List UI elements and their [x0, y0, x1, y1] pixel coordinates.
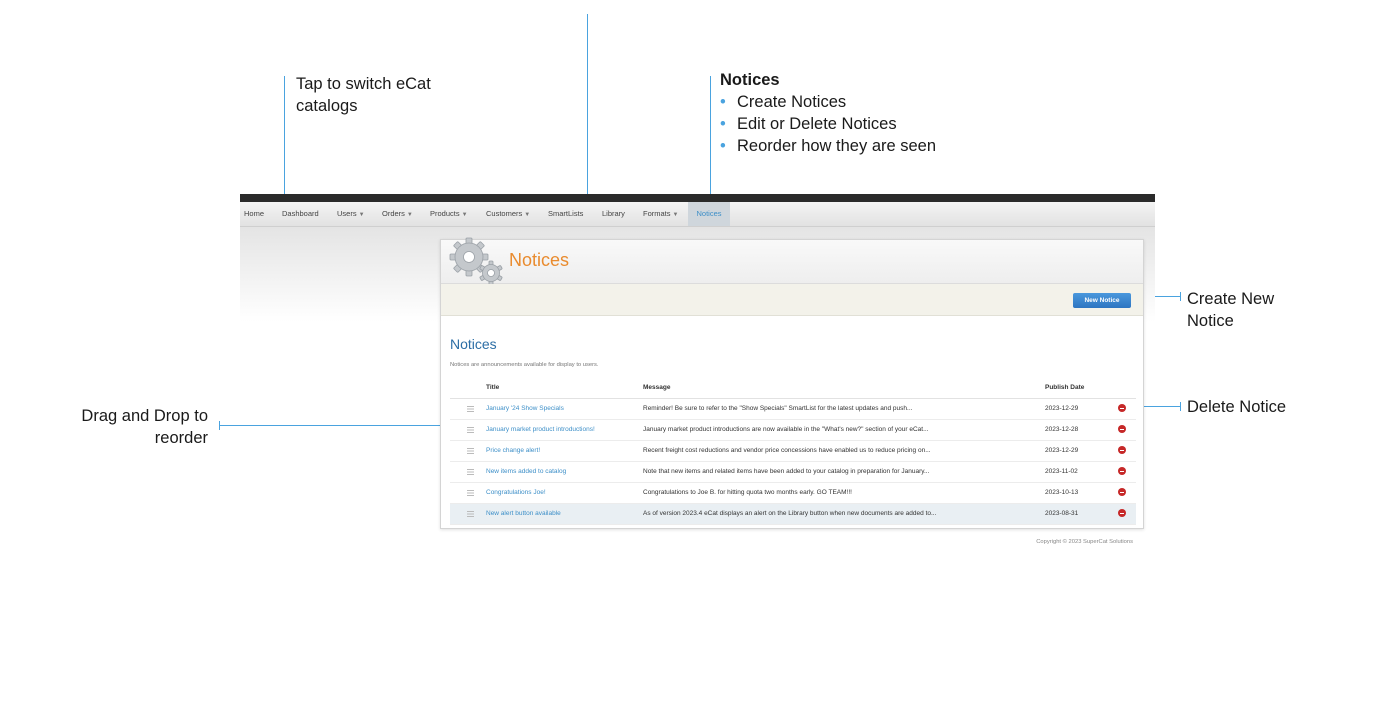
table-row: Congratulations Joe! Congratulations to J… [450, 483, 1136, 504]
nav-item-formats[interactable]: Formats ▼ [643, 202, 678, 226]
notice-publish-date: 2023-12-29 [1045, 447, 1079, 454]
delete-callout-text: Delete Notice [1187, 398, 1287, 416]
notice-message: Congratulations to Joe B. for hitting qu… [643, 489, 852, 496]
nav-item-products[interactable]: Products ▼ [430, 202, 468, 226]
notice-message: Recent freight cost reductions and vendo… [643, 447, 931, 454]
chevron-down-icon: ▼ [461, 212, 468, 218]
table-body: January '24 Show Specials Reminder! Be su… [450, 399, 1136, 525]
notice-message: Note that new items and related items ha… [643, 468, 930, 475]
notice-title-link[interactable]: Price change alert! [486, 441, 540, 461]
nav-item-library[interactable]: Library [602, 202, 625, 226]
table-row: New alert button available As of version … [450, 504, 1136, 525]
notice-publish-date: 2023-10-13 [1045, 489, 1079, 496]
nav-item-home[interactable]: Home [244, 202, 264, 226]
create-new-callout: Create New Notice [1187, 288, 1292, 332]
nav-item-label: Home [244, 209, 265, 218]
section-description: Notices are announcements available for … [450, 362, 599, 368]
notice-title-link[interactable]: Congratulations Joe! [486, 483, 546, 503]
notice-title-link[interactable]: New items added to catalog [486, 462, 566, 482]
smartlists-callout-line [587, 14, 588, 194]
table-row: New items added to catalog Note that new … [450, 462, 1136, 483]
new-notice-button[interactable]: New Notice [1073, 293, 1131, 308]
table-row: January market product introductions! Jan… [450, 420, 1136, 441]
main-nav: Home Dashboard Users ▼ Orders ▼ Products ▼ … [240, 202, 1155, 227]
delete-icon[interactable] [1118, 425, 1126, 433]
top-bar [240, 194, 1155, 202]
delete-icon[interactable] [1118, 467, 1126, 475]
chevron-down-icon: ▼ [358, 212, 365, 218]
notices-callout-title: Notices [720, 71, 780, 89]
nav-item-customers[interactable]: Customers ▼ [486, 202, 530, 226]
nav-item-label: SmartLists [548, 209, 584, 218]
notice-publish-date: 2023-12-29 [1045, 405, 1079, 412]
drag-handle-icon[interactable] [467, 406, 474, 412]
notices-callout-bullet: Edit or Delete Notices [720, 113, 1020, 135]
nav-item-label: Library [602, 209, 625, 218]
drag-handle-icon[interactable] [467, 469, 474, 475]
create-new-callout-text: Create New Notice [1187, 290, 1275, 330]
drag-handle-icon[interactable] [467, 490, 474, 496]
nav-item-smartlists[interactable]: SmartLists [548, 202, 583, 226]
table-row: Price change alert! Recent freight cost r… [450, 441, 1136, 462]
notices-panel: Notices New Notice Notices Notices are a… [440, 237, 1144, 529]
catalogs-callout: Tap to switch eCat catalogs [296, 73, 471, 117]
notices-table: Title Message Publish Date January '24 S… [450, 378, 1136, 525]
table-header: Title Message Publish Date [450, 378, 1136, 399]
notice-publish-date: 2023-08-31 [1045, 510, 1079, 517]
column-header-date: Publish Date [1045, 384, 1085, 391]
nav-item-label: Customers [486, 209, 523, 218]
nav-item-label: Formats [643, 209, 671, 218]
delete-icon[interactable] [1118, 509, 1126, 517]
nav-item-label: Products [430, 209, 460, 218]
catalogs-callout-line [284, 76, 285, 194]
gears-icon [447, 237, 505, 289]
chevron-down-icon: ▼ [672, 212, 679, 218]
nav-item-notices[interactable]: Notices [688, 202, 730, 226]
page-title: Notices [509, 250, 570, 270]
table-row: January '24 Show Specials Reminder! Be su… [450, 399, 1136, 420]
notice-title-link[interactable]: January '24 Show Specials [486, 399, 564, 419]
delete-callout-tick [1180, 402, 1181, 411]
copyright-text: Copyright © 2023 SuperCat Solutions [1036, 539, 1133, 545]
notice-message: As of version 2023.4 eCat displays an al… [643, 510, 937, 517]
drag-handle-icon[interactable] [467, 511, 474, 517]
notice-message: January market product introductions are… [643, 426, 929, 433]
notice-title-link[interactable]: New alert button available [486, 504, 561, 524]
notice-publish-date: 2023-12-28 [1045, 426, 1079, 433]
notice-title-link[interactable]: January market product introductions! [486, 420, 595, 440]
drag-drop-callout-text: Drag and Drop to reorder [81, 407, 208, 447]
nav-item-label: Orders [382, 209, 405, 218]
delete-icon[interactable] [1118, 446, 1126, 454]
chevron-down-icon: ▼ [406, 212, 413, 218]
notice-message: Reminder! Be sure to refer to the "Show … [643, 405, 913, 412]
chevron-down-icon: ▼ [524, 212, 531, 218]
notices-callout-bullet: Create Notices [720, 91, 1020, 113]
column-header-message: Message [643, 384, 671, 391]
notice-publish-date: 2023-11-02 [1045, 468, 1078, 475]
notices-callout-list: Create Notices Edit or Delete Notices Re… [720, 91, 1020, 157]
drag-handle-icon[interactable] [467, 427, 474, 433]
delete-icon[interactable] [1118, 404, 1126, 412]
nav-item-orders[interactable]: Orders ▼ [382, 202, 413, 226]
section-title: Notices [450, 336, 497, 352]
create-new-callout-tick [1180, 292, 1181, 301]
notices-callout-line [710, 76, 711, 194]
nav-item-dashboard[interactable]: Dashboard [282, 202, 319, 226]
nav-item-label: Dashboard [282, 209, 319, 218]
nav-item-label: Users [337, 209, 357, 218]
delete-callout: Delete Notice [1187, 396, 1377, 418]
notices-callout: Notices Create Notices Edit or Delete No… [720, 69, 1020, 157]
app-screenshot: Home Dashboard Users ▼ Orders ▼ Products ▼ … [240, 194, 1155, 554]
panel-header: Notices [441, 237, 1143, 286]
catalogs-callout-text: Tap to switch eCat catalogs [296, 75, 431, 115]
delete-icon[interactable] [1118, 488, 1126, 496]
drag-handle-icon[interactable] [467, 448, 474, 454]
column-header-title: Title [486, 384, 500, 391]
drag-drop-callout: Drag and Drop to reorder [60, 405, 208, 449]
panel-toolbar: New Notice [441, 284, 1143, 316]
nav-item-label: Notices [696, 209, 722, 218]
notices-callout-bullet: Reorder how they are seen [720, 135, 1020, 157]
nav-item-users[interactable]: Users ▼ [337, 202, 365, 226]
